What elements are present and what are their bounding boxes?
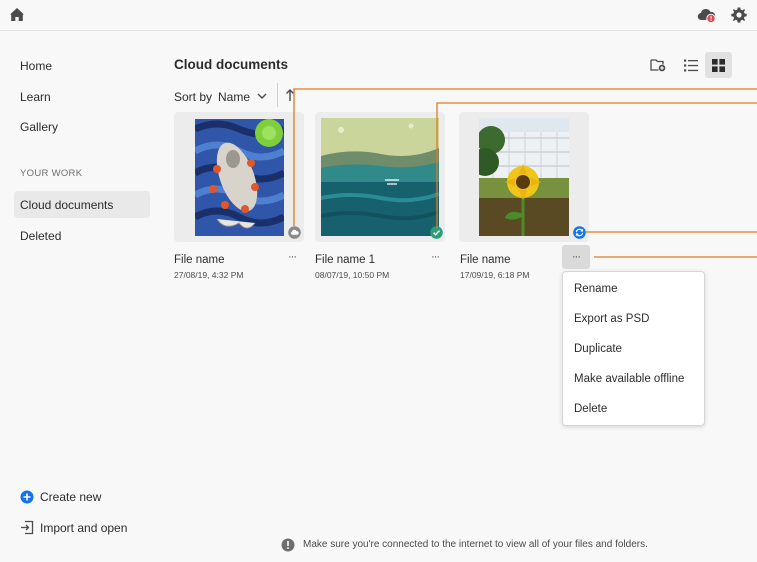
annotation-callout-lines	[293, 88, 757, 258]
alert-icon	[281, 538, 295, 552]
notice-text: Make sure you're connected to the intern…	[303, 539, 648, 550]
